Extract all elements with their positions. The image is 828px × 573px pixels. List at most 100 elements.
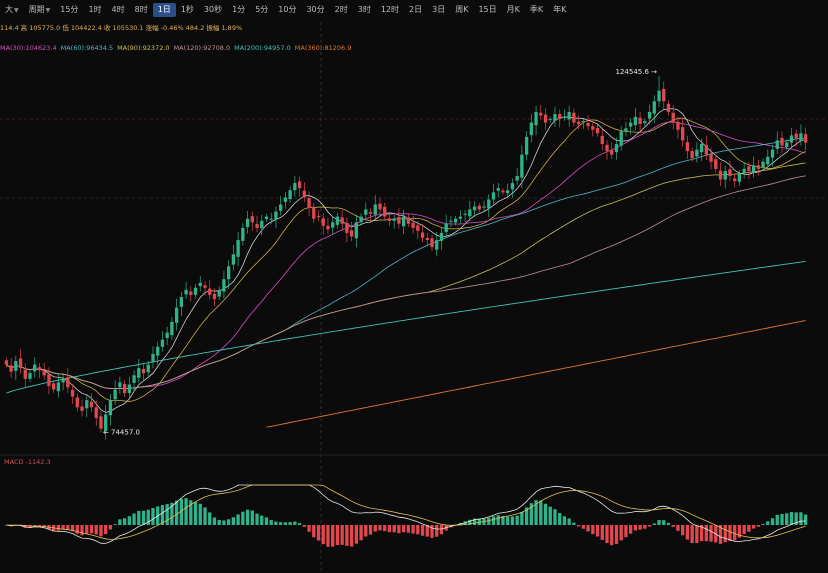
- candle-body: [302, 190, 306, 198]
- candle-body: [733, 178, 737, 181]
- candle-body: [662, 88, 666, 102]
- candle-body: [487, 199, 491, 209]
- candle-body: [785, 142, 789, 148]
- macd-bar: [288, 522, 292, 525]
- macd-bar: [118, 519, 122, 525]
- macd-bar: [723, 525, 727, 543]
- macd-bar: [728, 525, 732, 542]
- macd-bar: [113, 524, 117, 525]
- macd-bar: [208, 512, 212, 525]
- macd-bar: [685, 525, 690, 540]
- candle-body: [279, 204, 283, 211]
- macd-bar: [614, 525, 619, 544]
- candle-body: [406, 217, 411, 224]
- candle-body: [624, 128, 628, 132]
- macd-bar: [132, 513, 136, 525]
- candle-body: [633, 116, 638, 126]
- candle-body: [9, 365, 13, 372]
- candle-body: [477, 205, 481, 210]
- candle-body: [435, 240, 439, 250]
- candle-body: [600, 135, 604, 144]
- candle-body: [52, 383, 56, 390]
- candle-body: [685, 142, 690, 152]
- candle-body: [742, 168, 746, 174]
- macd-bar: [520, 511, 524, 525]
- candle-body: [539, 112, 543, 116]
- candle-body: [321, 218, 325, 226]
- candle-body: [591, 126, 595, 130]
- candle-body: [501, 190, 505, 193]
- candle-body: [595, 128, 600, 134]
- macd-bar: [756, 525, 760, 527]
- candle-body: [581, 121, 586, 123]
- macd-bar: [506, 516, 510, 525]
- price-chart[interactable]: 124545.6 → ← 74457.0: [0, 0, 828, 573]
- macd-bar: [420, 525, 425, 536]
- candle-body: [468, 209, 472, 217]
- candle-body: [652, 101, 656, 114]
- candle-body: [37, 367, 42, 371]
- high-annotation: 124545.6 →: [616, 68, 658, 76]
- candle-body: [614, 143, 619, 153]
- candle-body: [241, 227, 245, 241]
- macd-bar: [751, 525, 756, 529]
- macd-bar: [340, 525, 344, 545]
- macd-bar: [354, 525, 358, 544]
- candle-body: [699, 143, 704, 153]
- candle-body: [297, 181, 302, 189]
- candle-body: [430, 238, 434, 248]
- candle-body: [586, 122, 590, 127]
- macd-bar: [619, 525, 623, 541]
- macd-bar: [628, 525, 633, 534]
- macd-bar: [174, 500, 179, 525]
- candle-body: [108, 400, 113, 416]
- macd-bar: [543, 503, 548, 525]
- ma-long-1: [266, 320, 806, 428]
- candle-body: [397, 216, 401, 224]
- macd-bar: [127, 516, 131, 525]
- macd-bar: [165, 504, 169, 525]
- macd-bar: [283, 522, 288, 525]
- candle-body: [288, 190, 292, 200]
- macd-bar: [293, 521, 297, 525]
- macd-bar: [241, 511, 245, 525]
- macd-bar: [435, 525, 439, 537]
- macd-bar: [151, 507, 155, 525]
- candle-body: [416, 225, 420, 231]
- macd-bar: [56, 525, 61, 531]
- candle-body: [506, 190, 510, 194]
- macd-bar: [558, 513, 562, 525]
- macd-bar: [785, 513, 789, 525]
- candle-body: [558, 114, 562, 120]
- macd-bar: [638, 525, 642, 530]
- macd-bar: [203, 507, 207, 525]
- macd-bar: [335, 525, 340, 546]
- candle-body: [463, 213, 467, 215]
- macd-bar: [392, 525, 396, 533]
- candle-body: [331, 222, 335, 228]
- candle-body: [775, 140, 779, 149]
- macd-bar: [766, 521, 770, 525]
- candle-body: [491, 192, 496, 200]
- candle-body: [226, 266, 231, 280]
- candle-body: [520, 154, 524, 178]
- macd-bar: [345, 525, 349, 546]
- candle-body: [316, 216, 321, 218]
- macd-bar: [75, 525, 79, 534]
- candle-body: [368, 212, 373, 214]
- macd-bar: [137, 510, 141, 525]
- candle-body: [146, 364, 150, 373]
- macd-bar: [633, 525, 638, 531]
- macd-bar: [264, 517, 269, 525]
- macd-bar: [704, 525, 708, 542]
- candle-body: [657, 90, 661, 102]
- macd-bar: [695, 525, 699, 544]
- macd-bar: [439, 525, 444, 535]
- macd-bar: [302, 525, 306, 527]
- macd-bar: [245, 509, 250, 525]
- candle-body: [770, 149, 775, 158]
- candle-body: [411, 222, 415, 228]
- candle-body: [56, 382, 61, 392]
- candle-body: [534, 111, 538, 126]
- macd-bar: [553, 509, 557, 525]
